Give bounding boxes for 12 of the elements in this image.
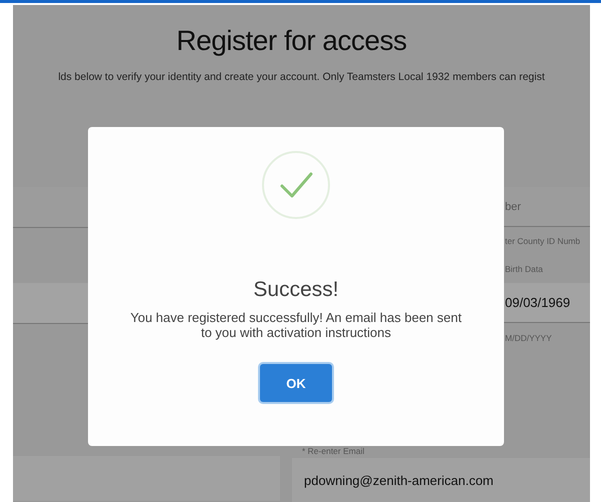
field-hint: ter County ID Numb	[505, 236, 580, 246]
check-circle-icon	[261, 150, 331, 220]
page-title: Register for access	[175, 25, 408, 57]
field-label: Birth Data	[505, 264, 543, 274]
email-field[interactable]: pdowning@zenith-american.com	[292, 458, 590, 502]
section-heading: ber	[505, 200, 521, 212]
ok-button[interactable]: OK	[260, 364, 332, 402]
dialog-title: Success!	[253, 278, 339, 302]
date-format-hint: M/DD/YYYY	[505, 333, 552, 343]
dialog-message: You have registered successfully! An email has been sent to you with activation instructions	[129, 310, 463, 340]
intro-text: lds below to verify your identity and create your account. Only Teamsters Local 1932 members can regist	[57, 71, 546, 83]
field-label: * Re-enter Email	[302, 446, 364, 456]
